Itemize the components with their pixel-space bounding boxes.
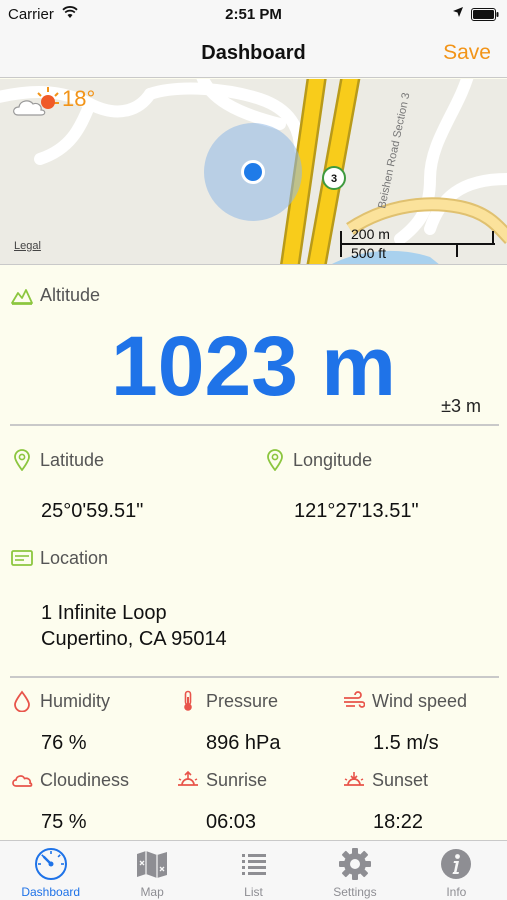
sunrise-icon <box>178 770 198 786</box>
cloudiness-header: Cloudiness <box>11 769 129 791</box>
cloud-icon <box>12 775 33 787</box>
sunset-icon <box>344 772 364 786</box>
pressure-header: Pressure <box>177 690 278 712</box>
tab-settings[interactable]: Settings <box>304 841 405 900</box>
tab-map[interactable]: Map <box>101 841 202 900</box>
partly-cloudy-icon <box>13 87 59 116</box>
sunset-label: Sunset <box>372 769 429 790</box>
tab-label: Settings <box>333 885 377 899</box>
location-header: Location <box>11 547 108 569</box>
pressure-value: 896 hPa <box>206 732 281 754</box>
tab-bar: Dashboard Map List Settings Info <box>0 840 507 900</box>
altitude-icon <box>11 289 33 305</box>
sunset-value: 18:22 <box>373 811 424 833</box>
tab-label: List <box>244 885 263 899</box>
tab-info[interactable]: Info <box>406 841 507 900</box>
altitude-label: Altitude <box>40 284 101 305</box>
map-temperature: 18° <box>62 86 96 111</box>
map-weather: 18° <box>12 85 95 119</box>
user-location-dot <box>244 163 262 181</box>
divider <box>10 424 499 426</box>
save-button[interactable]: Save <box>443 41 491 65</box>
sunrise-header: Sunrise <box>177 769 267 791</box>
gear-icon <box>338 848 371 880</box>
pressure-label: Pressure <box>206 690 279 711</box>
tab-label: Dashboard <box>21 885 81 899</box>
tab-label: Info <box>446 885 467 899</box>
scale-metric: 200 m <box>351 226 390 242</box>
altitude-header: Altitude <box>11 284 100 306</box>
location-arrow-icon <box>453 7 463 17</box>
wind-speed-header: Wind speed <box>343 690 467 712</box>
battery-icon <box>471 8 499 21</box>
location-label: Location <box>40 547 109 568</box>
cloudiness-value: 75 % <box>41 811 87 833</box>
location-line-2: Cupertino, CA 95014 <box>41 628 227 650</box>
status-time: 2:51 PM <box>225 6 282 23</box>
thermometer-icon <box>184 690 192 711</box>
longitude-value: 121°27'13.51" <box>294 500 419 522</box>
latitude-label: Latitude <box>40 449 105 470</box>
map-view[interactable]: Beishen Road Section 3 3 18° Legal 200 m… <box>0 79 507 265</box>
info-icon <box>441 849 472 879</box>
divider <box>10 676 499 678</box>
humidity-label: Humidity <box>40 690 111 711</box>
location-line-1: 1 Infinite Loop <box>41 602 167 624</box>
page-title: Dashboard <box>201 42 306 64</box>
sunrise-value: 06:03 <box>206 811 257 833</box>
wind-icon <box>344 691 365 708</box>
scale-imperial: 500 ft <box>351 245 387 261</box>
map-icon <box>137 851 168 878</box>
tab-dashboard[interactable]: Dashboard <box>0 841 101 900</box>
altitude-accuracy: ±3 m <box>441 396 481 416</box>
wind-speed-value: 1.5 m/s <box>373 732 439 754</box>
tab-list[interactable]: List <box>203 841 304 900</box>
road-label: Beishen Road Section 3 <box>376 92 412 210</box>
legal-link[interactable]: Legal <box>14 240 41 252</box>
map-scale: 200 m 500 ft <box>339 225 497 263</box>
navigation-bar: Dashboard Save <box>0 30 507 78</box>
list-icon <box>241 854 266 875</box>
latitude-value: 25°0'59.51" <box>41 500 144 522</box>
water-drop-icon <box>14 690 30 712</box>
sunset-header: Sunset <box>343 769 428 791</box>
route-shield-number: 3 <box>331 173 337 185</box>
status-bar: Carrier 2:51 PM <box>0 0 507 30</box>
tab-label: Map <box>140 885 164 899</box>
map-pin-icon <box>14 449 30 471</box>
humidity-value: 76 % <box>41 732 87 754</box>
altitude-value: 1023 m <box>111 319 396 413</box>
latitude-header: Latitude <box>11 449 104 471</box>
cloudiness-label: Cloudiness <box>40 769 130 790</box>
speedometer-icon <box>34 848 67 880</box>
map-pin-icon <box>267 449 283 471</box>
longitude-label: Longitude <box>293 449 373 470</box>
sunrise-label: Sunrise <box>206 769 268 790</box>
longitude-header: Longitude <box>264 449 372 471</box>
humidity-header: Humidity <box>11 690 110 712</box>
wind-speed-label: Wind speed <box>372 690 468 711</box>
route-shield-icon: 3 <box>322 166 346 190</box>
address-card-icon <box>11 550 33 566</box>
